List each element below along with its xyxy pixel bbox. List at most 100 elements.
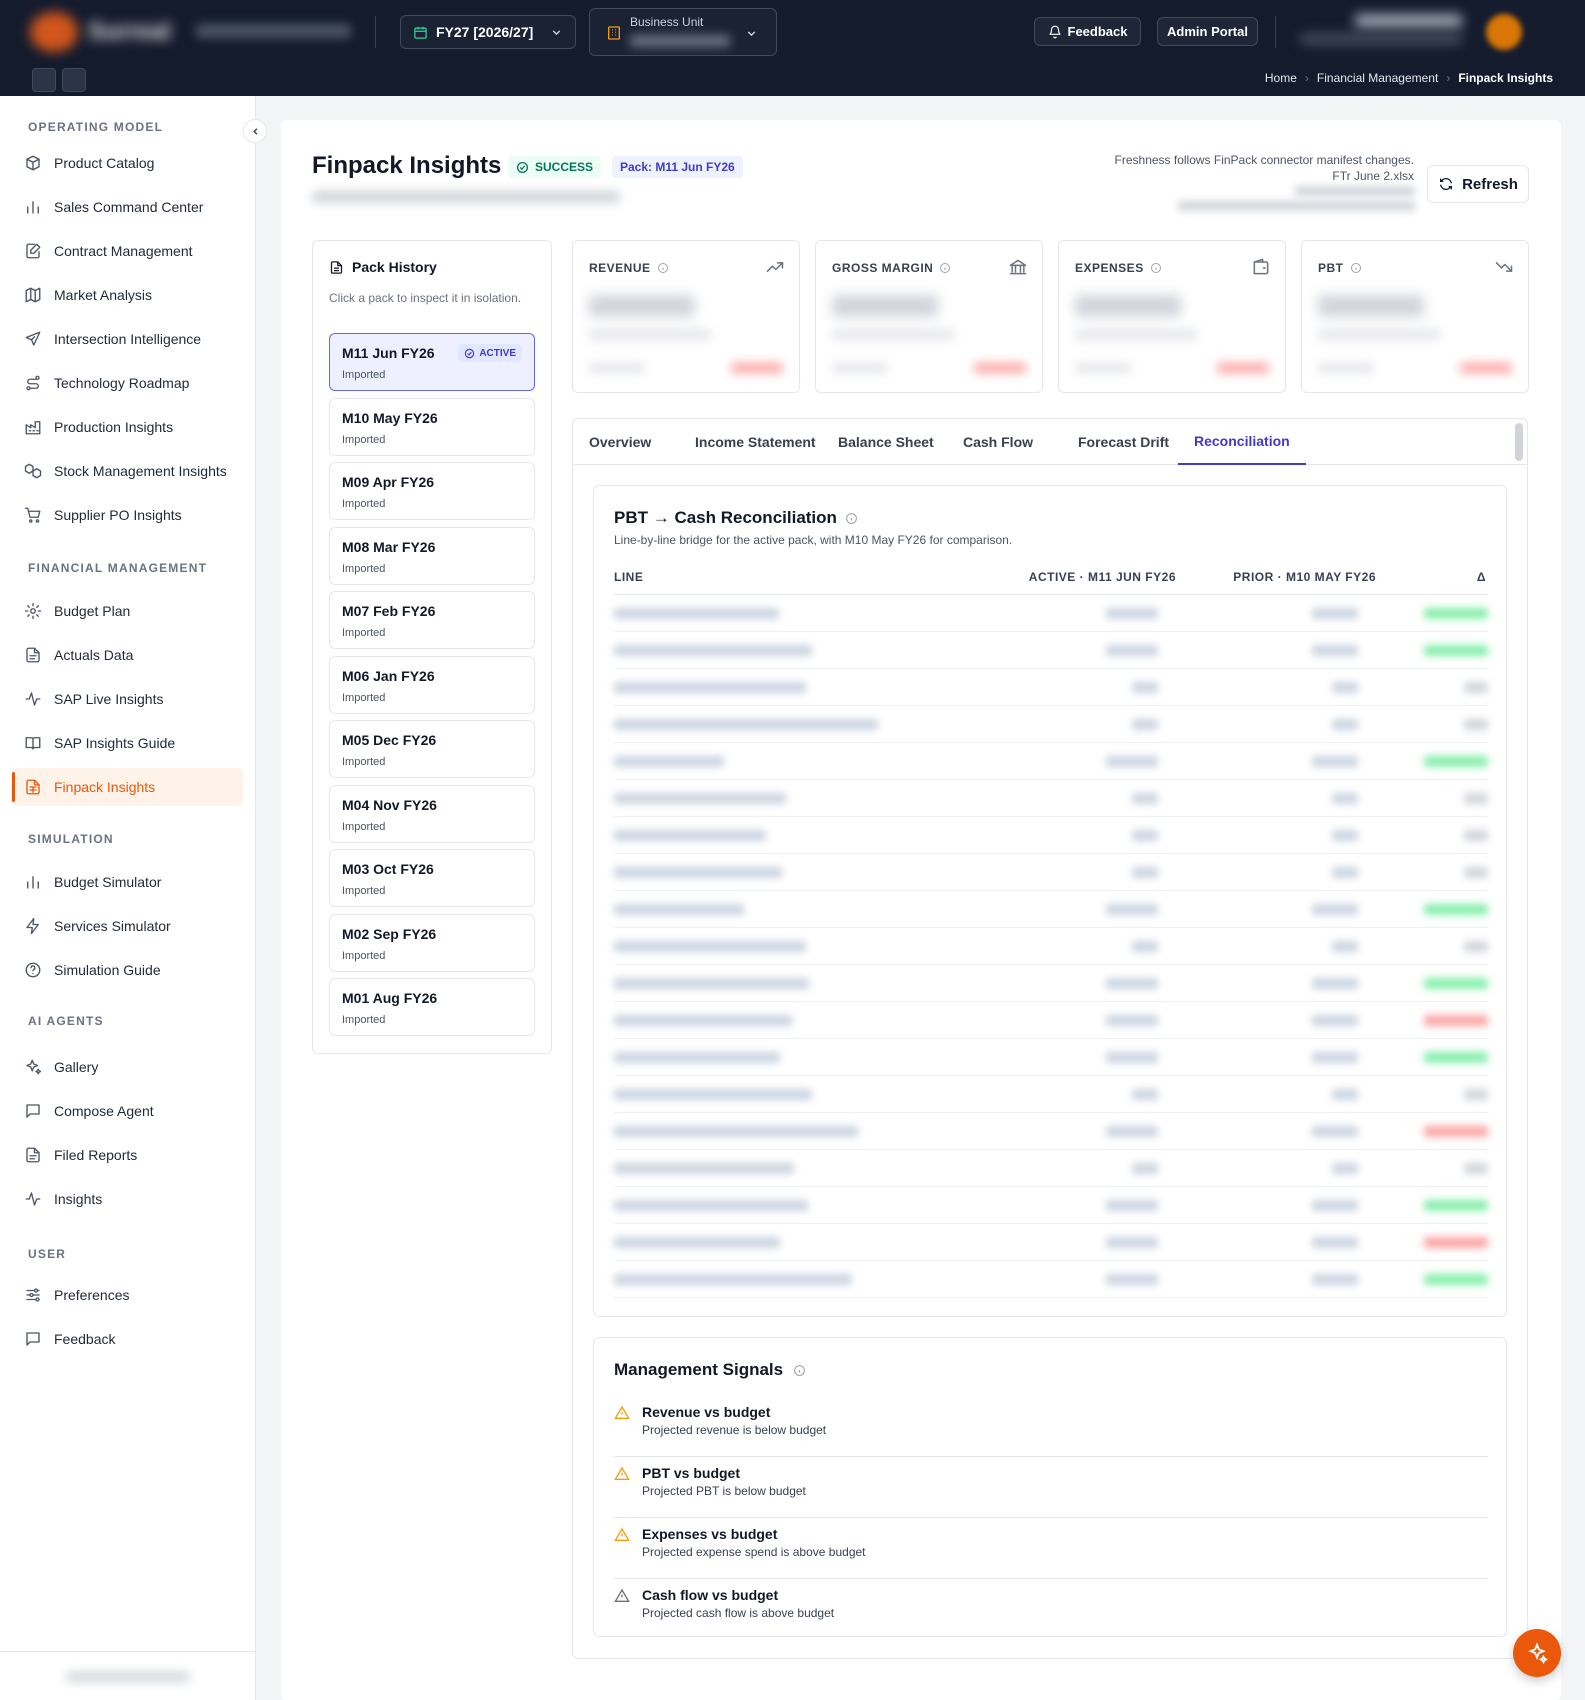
pack-item[interactable]: M11 Jun FY26 Imported ACTIVE xyxy=(329,333,535,391)
sidebar-item-filed-reports[interactable]: Filed Reports xyxy=(12,1136,243,1174)
layout-toggle-button[interactable] xyxy=(32,68,56,92)
prior-value xyxy=(1312,645,1358,656)
kpi-label: PBT xyxy=(1318,261,1362,275)
sidebar-item-production-insights[interactable]: Production Insights xyxy=(12,408,243,446)
kpi-label-text: REVENUE xyxy=(589,261,651,275)
line-label xyxy=(614,1126,858,1137)
pack-item[interactable]: M07 Feb FY26 Imported xyxy=(329,591,535,649)
fiscal-year-select[interactable]: FY27 [2026/27] xyxy=(400,15,576,49)
sidebar-item-insights[interactable]: Insights xyxy=(12,1180,243,1218)
chevron-right-icon: › xyxy=(1304,71,1309,85)
sidebar-item-actuals-data[interactable]: Actuals Data xyxy=(12,636,243,674)
info-icon[interactable] xyxy=(1350,262,1362,274)
refresh-icon xyxy=(1440,177,1453,191)
tab-bar: Overview Income Statement Balance Sheet Cas… xyxy=(573,419,1527,465)
business-unit-label: Business Unit xyxy=(630,15,704,29)
refresh-button[interactable]: Refresh xyxy=(1427,165,1529,203)
tab-forecast-drift[interactable]: Forecast Drift xyxy=(1062,419,1185,465)
pack-item[interactable]: M09 Apr FY26 Imported xyxy=(329,462,535,520)
info-icon[interactable] xyxy=(793,1364,806,1377)
chevron-down-icon xyxy=(747,31,756,37)
sidebar-collapse-button[interactable] xyxy=(243,119,267,143)
tab-cash-flow[interactable]: Cash Flow xyxy=(947,419,1049,465)
sidebar-item-preferences[interactable]: Preferences xyxy=(12,1276,243,1314)
active-value xyxy=(1132,867,1158,878)
prior-value xyxy=(1312,756,1358,767)
admin-portal-button[interactable]: Admin Portal xyxy=(1157,17,1258,46)
sidebar-item-simulation-guide[interactable]: Simulation Guide xyxy=(12,951,243,989)
feedback-button[interactable]: Feedback xyxy=(1034,17,1141,46)
sidebar-item-label: Simulation Guide xyxy=(54,962,161,978)
layout-toggle-button[interactable] xyxy=(62,68,86,92)
brand-logo[interactable] xyxy=(30,12,78,52)
sidebar-item-compose-agent[interactable]: Compose Agent xyxy=(12,1092,243,1130)
scrollbar[interactable] xyxy=(1515,423,1523,461)
refresh-label: Refresh xyxy=(1462,175,1518,193)
delta-value xyxy=(1424,1052,1488,1063)
breadcrumb-financial-management[interactable]: Financial Management xyxy=(1317,71,1438,85)
pack-status: Imported xyxy=(342,498,386,510)
sidebar-item-finpack-insights[interactable]: Finpack Insights xyxy=(12,768,243,806)
pack-item[interactable]: M05 Dec FY26 Imported xyxy=(329,720,535,778)
tab-reconciliation[interactable]: Reconciliation xyxy=(1178,419,1306,465)
business-unit-select[interactable]: Business Unit xyxy=(589,8,777,56)
line-label xyxy=(614,904,744,915)
ai-assistant-button[interactable] xyxy=(1513,1629,1561,1677)
info-icon[interactable] xyxy=(657,262,669,274)
pack-item[interactable]: M01 Aug FY26 Imported xyxy=(329,978,535,1036)
signal-title: Expenses vs budget xyxy=(642,1526,778,1542)
info-icon[interactable] xyxy=(845,512,858,525)
pack-item[interactable]: M03 Oct FY26 Imported xyxy=(329,849,535,907)
avatar[interactable] xyxy=(1486,14,1522,50)
tab-income-statement[interactable]: Income Statement xyxy=(679,419,832,465)
sidebar-item-technology-roadmap[interactable]: Technology Roadmap xyxy=(12,364,243,402)
pack-item[interactable]: M02 Sep FY26 Imported xyxy=(329,913,535,972)
line-label xyxy=(614,645,812,656)
divider xyxy=(614,1456,1488,1457)
sidebar-item-label: Feedback xyxy=(54,1331,116,1347)
tab-overview[interactable]: Overview xyxy=(573,419,667,465)
sidebar-item-budget-simulator[interactable]: Budget Simulator xyxy=(12,863,243,901)
sidebar-item-label: Budget Simulator xyxy=(54,874,162,890)
warning-icon xyxy=(614,1527,630,1546)
sidebar-item-supplier-po-insights[interactable]: Supplier PO Insights xyxy=(12,496,243,534)
sidebar-item-services-simulator[interactable]: Services Simulator xyxy=(12,907,243,945)
info-icon[interactable] xyxy=(939,262,951,274)
sidebar-item-stock-management-insights[interactable]: Stock Management Insights xyxy=(12,452,243,490)
sidebar-item-contract-management[interactable]: Contract Management xyxy=(12,232,243,270)
warning-icon xyxy=(614,1588,630,1607)
sidebar-item-sap-live-insights[interactable]: SAP Live Insights xyxy=(12,680,243,718)
sidebar-item-budget-plan[interactable]: Budget Plan xyxy=(12,592,243,630)
line-label xyxy=(614,941,806,952)
table-row xyxy=(614,632,1488,669)
feedback-label: Feedback xyxy=(1067,24,1128,39)
active-value xyxy=(1132,793,1158,804)
sidebar-item-sales-command-center[interactable]: Sales Command Center xyxy=(12,188,243,226)
status-badge: SUCCESS xyxy=(508,156,602,178)
info-icon[interactable] xyxy=(1150,262,1162,274)
prior-value xyxy=(1312,1237,1358,1248)
pack-item[interactable]: M06 Jan FY26 Imported xyxy=(329,655,535,714)
delta-value xyxy=(1464,830,1488,841)
pack-item[interactable]: M10 May FY26 Imported xyxy=(329,397,535,456)
pack-item[interactable]: M08 Mar FY26 Imported xyxy=(329,526,535,585)
breadcrumb-home[interactable]: Home xyxy=(1265,71,1297,85)
delta-value xyxy=(1424,1126,1488,1137)
sidebar-item-intersection-intelligence[interactable]: Intersection Intelligence xyxy=(12,320,243,358)
file-icon xyxy=(330,260,343,274)
signal-item: Expenses vs budget Projected expense spe… xyxy=(614,1526,1488,1586)
kpi-label-text: EXPENSES xyxy=(1075,261,1144,275)
sidebar-item-sap-insights-guide[interactable]: SAP Insights Guide xyxy=(12,724,243,762)
pack-item[interactable]: M04 Nov FY26 Imported xyxy=(329,784,535,843)
sidebar-item-gallery[interactable]: Gallery xyxy=(12,1048,243,1086)
signals-title: Management Signals xyxy=(614,1360,784,1379)
sidebar-item-market-analysis[interactable]: Market Analysis xyxy=(12,276,243,314)
tab-container: Overview Income Statement Balance Sheet Cas… xyxy=(572,418,1528,1659)
tab-balance-sheet[interactable]: Balance Sheet xyxy=(822,419,950,465)
kpi-variance xyxy=(974,363,1026,373)
delta-value xyxy=(1464,1089,1488,1100)
pack-name: M03 Oct FY26 xyxy=(342,861,434,877)
sidebar-item-feedback[interactable]: Feedback xyxy=(12,1320,243,1358)
active-value xyxy=(1106,645,1158,656)
sidebar-item-product-catalog[interactable]: Product Catalog xyxy=(12,144,243,182)
